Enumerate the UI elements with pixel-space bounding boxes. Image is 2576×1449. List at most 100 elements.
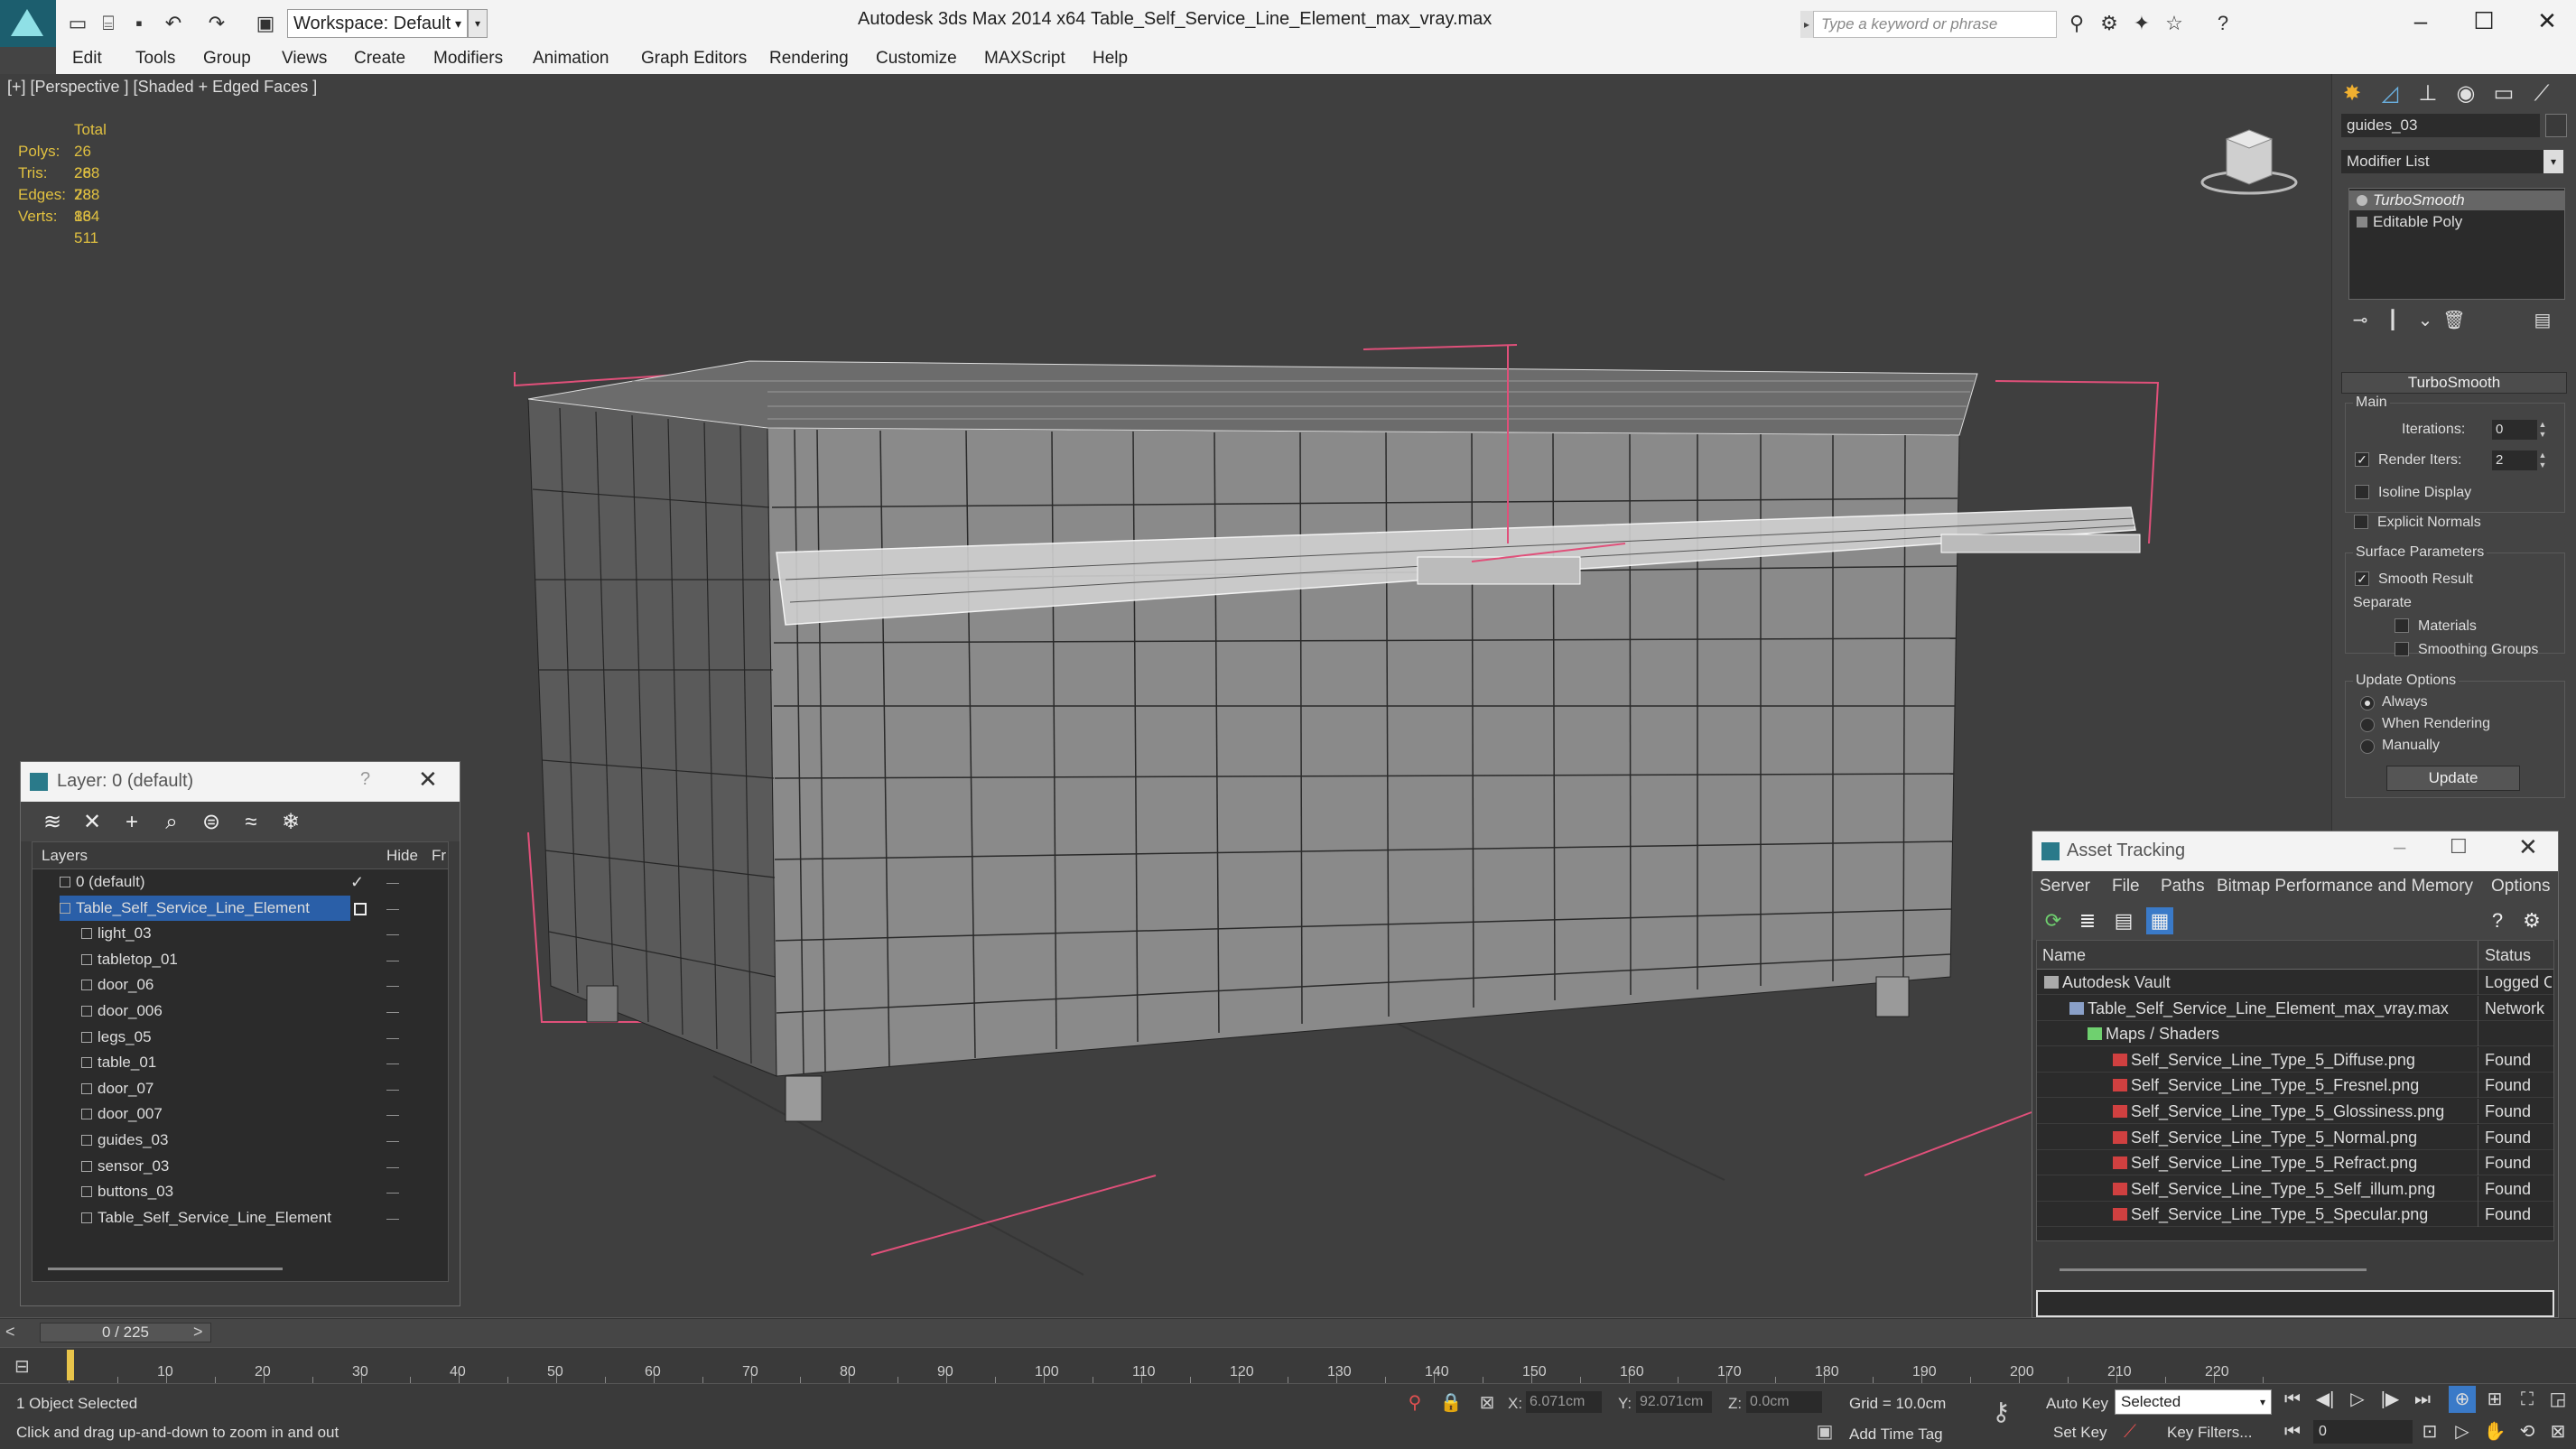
current-frame-field[interactable]: 0 xyxy=(2313,1420,2413,1444)
menu-edit[interactable]: Edit xyxy=(72,49,102,69)
layer-row[interactable]: guides_03 — xyxy=(33,1128,448,1153)
dialog-titlebar[interactable]: Asset Tracking – ☐ ✕ xyxy=(2032,831,2558,871)
delete-layer-icon[interactable]: ✕ xyxy=(79,809,106,836)
menu-bitmap-performance[interactable]: Bitmap Performance and Memory xyxy=(2217,877,2473,896)
hide-toggle-icon[interactable]: — xyxy=(386,1154,399,1179)
close-icon[interactable]: ✕ xyxy=(2518,833,2538,861)
freeze-all-icon[interactable]: ❄ xyxy=(277,809,304,836)
hide-toggle-icon[interactable]: — xyxy=(386,1128,399,1153)
asset-row[interactable]: Self_Service_Line_Type_5_Fresnel.png Foun… xyxy=(2037,1073,2553,1099)
open-file-icon[interactable]: ⌸ xyxy=(96,11,121,36)
asset-row[interactable]: Self_Service_Line_Type_5_Diffuse.png Foun… xyxy=(2037,1046,2553,1073)
turbosmooth-rollout-title[interactable]: TurboSmooth xyxy=(2341,372,2567,394)
layer-row[interactable]: door_007 — xyxy=(33,1101,448,1127)
hide-all-icon[interactable]: ≈ xyxy=(237,809,265,836)
help-icon[interactable]: ? xyxy=(2210,11,2236,36)
menu-help[interactable]: Help xyxy=(1093,49,1128,69)
pin-stack-icon[interactable]: ⊸ xyxy=(2348,309,2372,332)
refresh-icon[interactable]: ⟳ xyxy=(2040,907,2067,934)
asset-path-field[interactable] xyxy=(2036,1290,2554,1317)
motion-tab-icon[interactable]: ◉ xyxy=(2448,78,2484,110)
x-coordinate-field[interactable]: 6.071cm xyxy=(1526,1391,1602,1413)
key-selection-dropdown[interactable]: Selected ▾ xyxy=(2115,1389,2272,1415)
grid-view-icon[interactable]: ▦ xyxy=(2146,907,2173,934)
search-input[interactable]: Type a keyword or phrase xyxy=(1813,11,2057,38)
menu-animation[interactable]: Animation xyxy=(533,49,609,69)
hierarchy-tab-icon[interactable]: ⊥ xyxy=(2410,78,2446,110)
close-icon[interactable]: ✕ xyxy=(418,766,438,794)
track-ruler[interactable]: 10 20 30 40 50 60 70 80 90 100 110 120 130 140 150 160 1… xyxy=(69,1348,2264,1384)
pan-view-icon[interactable]: ▷ xyxy=(2449,1418,2476,1445)
stack-item-editable-poly[interactable]: Editable Poly xyxy=(2349,212,2564,232)
menu-tools[interactable]: Tools xyxy=(135,49,175,69)
time-configuration-icon[interactable]: ⊡ xyxy=(2416,1418,2443,1445)
hide-toggle-icon[interactable]: — xyxy=(386,921,399,946)
maximize-toggle-icon[interactable]: ⊠ xyxy=(2544,1418,2571,1445)
smooth-result-checkbox[interactable]: ✓ xyxy=(2355,571,2369,586)
layer-row[interactable]: Table_Self_Service_Line_Element — xyxy=(33,895,448,921)
previous-frame-icon[interactable]: ◀| xyxy=(2311,1386,2339,1413)
layer-row[interactable]: legs_05 — xyxy=(33,1025,448,1050)
create-layer-icon[interactable]: ≋ xyxy=(39,809,66,836)
layer-row[interactable]: 0 (default) ✓ — xyxy=(33,869,448,895)
asset-row[interactable]: Table_Self_Service_Line_Element_max_vray… xyxy=(2037,995,2553,1021)
add-to-layer-icon[interactable]: + xyxy=(118,809,145,836)
update-always-radio[interactable] xyxy=(2360,696,2375,711)
add-time-tag[interactable]: Add Time Tag xyxy=(1849,1426,1943,1444)
chevron-left-icon[interactable]: < xyxy=(5,1323,15,1342)
isolate-icon[interactable]: ⚲ xyxy=(1403,1391,1427,1415)
field-of-view-icon[interactable]: ⛶ xyxy=(2514,1386,2541,1413)
isoline-display-checkbox[interactable] xyxy=(2355,485,2369,499)
select-objects-icon[interactable]: ⌕ xyxy=(158,809,185,836)
asset-row[interactable]: Self_Service_Line_Type_5_Specular.png Fou… xyxy=(2037,1202,2553,1228)
materials-checkbox[interactable] xyxy=(2395,618,2409,633)
layer-row[interactable]: tabletop_01 — xyxy=(33,947,448,972)
hide-toggle-icon[interactable]: — xyxy=(386,947,399,972)
time-slider[interactable]: 0 / 225 xyxy=(40,1323,211,1342)
maximize-icon[interactable]: ☐ xyxy=(2450,835,2468,859)
iterations-spinner[interactable]: 0 xyxy=(2492,420,2537,440)
horizontal-scrollbar[interactable] xyxy=(48,1268,283,1270)
maximize-button[interactable]: ☐ xyxy=(2452,0,2516,42)
layer-row[interactable]: buttons_03 — xyxy=(33,1179,448,1204)
render-iters-spinner[interactable]: 2 xyxy=(2492,450,2537,470)
hide-toggle-icon[interactable]: — xyxy=(386,1101,399,1127)
save-file-icon[interactable]: ▪ xyxy=(126,11,152,36)
spinner-arrows-icon[interactable]: ▲ ▼ xyxy=(2537,450,2548,470)
lightbulb-icon[interactable] xyxy=(2357,195,2367,206)
subscription-icon[interactable]: ⚙ xyxy=(2097,11,2122,36)
create-tab-icon[interactable]: ✸ xyxy=(2334,78,2370,110)
set-keys-key-icon[interactable]: ⚷ xyxy=(1992,1397,2011,1426)
asset-row[interactable]: Self_Service_Line_Type_5_Self_illum.png F… xyxy=(2037,1175,2553,1202)
absolute-mode-icon[interactable]: ⊠ xyxy=(1475,1391,1499,1415)
hide-toggle-icon[interactable]: — xyxy=(386,1179,399,1204)
layer-row[interactable]: Table_Self_Service_Line_Element — xyxy=(33,1205,448,1231)
highlight-layer-icon[interactable]: ⊜ xyxy=(198,809,225,836)
column-name[interactable]: Name xyxy=(2042,946,2086,965)
orbit-icon[interactable]: ✋ xyxy=(2481,1418,2508,1445)
key-mode-toggle-icon[interactable]: ⏮ xyxy=(2279,1418,2306,1445)
key-mode-icon[interactable]: ⟋ xyxy=(2118,1420,2142,1444)
menu-options[interactable]: Options xyxy=(2491,877,2550,896)
undo-icon[interactable]: ↶ xyxy=(161,11,186,36)
menu-maxscript[interactable]: MAXScript xyxy=(984,49,1065,69)
smoothing-groups-checkbox[interactable] xyxy=(2395,642,2409,656)
hide-toggle-icon[interactable]: — xyxy=(386,1050,399,1075)
redo-icon[interactable]: ↷ xyxy=(204,11,229,36)
viewport-label[interactable]: [+] [Perspective ] [Shaded + Edged Faces… xyxy=(7,78,317,97)
hide-toggle-icon[interactable]: — xyxy=(386,1025,399,1050)
dialog-titlebar[interactable]: Layer: 0 (default) ? ✕ xyxy=(21,762,460,802)
search-expand-icon[interactable]: ▸ xyxy=(1800,11,1813,38)
layer-row[interactable]: light_03 — xyxy=(33,921,448,946)
layer-row[interactable]: door_06 — xyxy=(33,972,448,998)
hide-toggle-icon[interactable]: — xyxy=(386,999,399,1024)
update-when-rendering-radio[interactable] xyxy=(2360,718,2375,732)
layer-row[interactable]: door_006 — xyxy=(33,999,448,1024)
minimize-button[interactable]: – xyxy=(2389,0,2452,42)
menu-server[interactable]: Server xyxy=(2040,877,2090,896)
key-filters-button[interactable]: Key Filters... xyxy=(2167,1424,2252,1442)
display-tab-icon[interactable]: ▭ xyxy=(2486,78,2522,110)
column-hide[interactable]: Hide xyxy=(386,847,418,865)
configure-sets-icon[interactable]: ▤ xyxy=(2531,309,2554,332)
go-to-end-icon[interactable]: ⏭ xyxy=(2409,1386,2436,1413)
